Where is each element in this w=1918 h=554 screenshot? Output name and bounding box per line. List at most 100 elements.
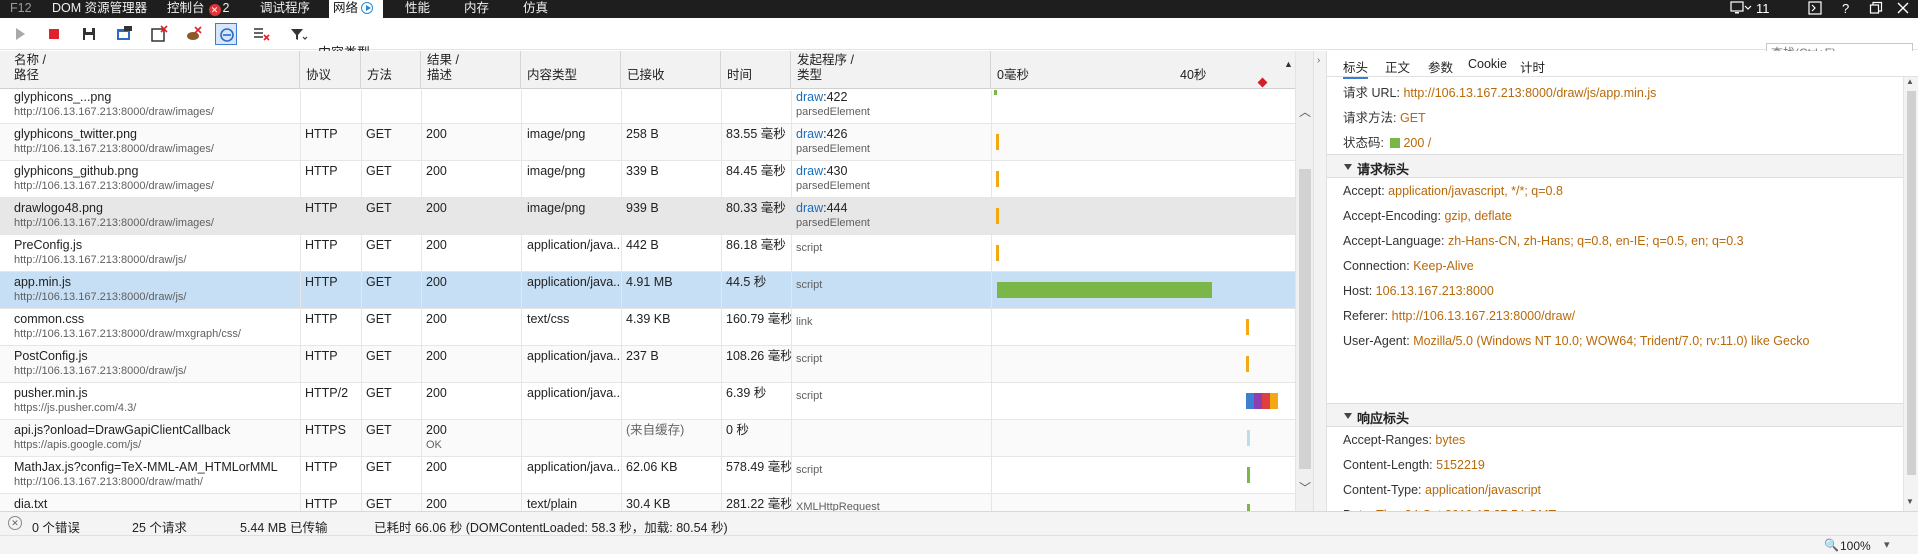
timeline-bar-segment	[1254, 393, 1262, 409]
initiator-link[interactable]: draw	[796, 201, 823, 215]
details-scrollbar-thumb[interactable]	[1907, 91, 1916, 475]
col-content-type[interactable]: 内容类型	[521, 51, 621, 89]
import-icon[interactable]	[113, 23, 135, 45]
column-separator	[421, 198, 422, 235]
tab-parameters[interactable]: 参数	[1428, 57, 1453, 76]
tab-console[interactable]: 控制台 ✕ 2	[163, 0, 233, 18]
zoom-dropdown-icon[interactable]: ▾	[1884, 538, 1890, 551]
tab-emulation[interactable]: 仿真	[519, 0, 552, 18]
timeline-bar-segment	[1262, 393, 1270, 409]
table-row[interactable]: drawlogo48.png http://106.13.167.213:8000…	[0, 198, 1295, 235]
zoom-level[interactable]: 100%	[1840, 539, 1871, 553]
tab-network[interactable]: 网络	[329, 0, 383, 18]
table-row[interactable]: MathJax.js?config=TeX-MML-AM_HTMLorMML ht…	[0, 457, 1295, 494]
export-har-icon[interactable]	[78, 23, 100, 45]
request-list-scrollbar[interactable]: ︿ ﹀	[1295, 51, 1313, 511]
clear-entries-icon[interactable]	[148, 23, 170, 45]
initiator-type: parsedElement	[796, 180, 870, 192]
request-result: 200	[426, 497, 447, 511]
request-method: GET	[366, 275, 392, 289]
col-name[interactable]: 名称 / 路径	[0, 51, 300, 89]
tab-memory[interactable]: 内存	[460, 0, 493, 18]
help-icon[interactable]: ?	[1842, 1, 1849, 16]
request-path: http://106.13.167.213:8000/draw/images/	[14, 217, 214, 229]
col-result[interactable]: 结果 / 描述	[421, 51, 521, 89]
column-separator	[621, 124, 622, 161]
header-key: Referer:	[1343, 309, 1389, 323]
column-separator	[361, 272, 362, 309]
tab-body[interactable]: 正文	[1385, 57, 1410, 76]
table-row[interactable]: app.min.js http://106.13.167.213:8000/dra…	[0, 272, 1295, 309]
column-separator	[421, 346, 422, 383]
scroll-down-icon[interactable]: ﹀	[1296, 479, 1314, 496]
console-toggle-icon[interactable]	[1808, 1, 1822, 18]
start-profiling-icon[interactable]	[9, 23, 31, 45]
column-separator	[300, 457, 301, 494]
timeline-bar	[996, 134, 1000, 150]
tab-headers[interactable]: 标头	[1343, 57, 1369, 79]
header-key: Accept-Language:	[1343, 234, 1445, 248]
table-row[interactable]: glyphicons_twitter.png http://106.13.167.…	[0, 124, 1295, 161]
column-separator	[421, 420, 422, 457]
initiator-type: script	[796, 353, 823, 365]
details-scroll-down-icon[interactable]: ▼	[1906, 497, 1914, 506]
tab-dom-explorer[interactable]: DOM 资源管理器	[48, 0, 151, 18]
table-row[interactable]: PreConfig.js http://106.13.167.213:8000/d…	[0, 235, 1295, 272]
table-row[interactable]: glyphicons_...png http://106.13.167.213:8…	[0, 90, 1295, 124]
request-time: 86.18 毫秒	[726, 238, 786, 252]
zoom-icon[interactable]: 🔍	[1824, 538, 1839, 552]
column-separator	[421, 161, 422, 198]
details-scroll-up-icon[interactable]: ▲	[1906, 77, 1914, 86]
tab-performance[interactable]: 性能	[401, 0, 434, 18]
target-count: 11	[1756, 1, 1770, 16]
request-path: http://106.13.167.213:8000/draw/js/	[14, 365, 187, 377]
request-time: 281.22 毫秒	[726, 497, 793, 511]
always-refresh-icon[interactable]	[215, 23, 237, 45]
request-headers-section[interactable]: 请求标头	[1327, 154, 1903, 178]
close-icon[interactable]	[1896, 1, 1910, 18]
col-timeline[interactable]: 0毫秒 40秒 ▲	[991, 51, 1295, 89]
table-row[interactable]: common.css http://106.13.167.213:8000/dra…	[0, 309, 1295, 346]
details-scrollbar[interactable]: ▲ ▼	[1903, 77, 1918, 511]
scrollbar-thumb[interactable]	[1299, 169, 1311, 469]
header-value: 5152219	[1436, 458, 1485, 472]
col-received[interactable]: 已接收	[621, 51, 721, 89]
pane-divider[interactable]: ›	[1313, 51, 1327, 511]
initiator-link[interactable]: draw	[796, 90, 823, 104]
col-protocol[interactable]: 协议	[300, 51, 361, 89]
clear-on-navigate-icon[interactable]	[250, 23, 272, 45]
column-separator	[521, 420, 522, 457]
chevron-right-icon[interactable]: ›	[1317, 55, 1320, 66]
table-row[interactable]: api.js?onload=DrawGapiClientCallback http…	[0, 420, 1295, 457]
undock-icon[interactable]	[1869, 1, 1883, 18]
clear-cache-icon[interactable]	[183, 23, 205, 45]
monitor-icon[interactable]	[1730, 1, 1752, 18]
initiator-link[interactable]: draw	[796, 164, 823, 178]
response-headers-section[interactable]: 响应标头	[1327, 403, 1903, 427]
header-value: gzip, deflate	[1444, 209, 1512, 223]
header-key: Accept-Encoding:	[1343, 209, 1441, 223]
column-separator	[621, 383, 622, 420]
column-separator	[791, 420, 792, 457]
tab-debugger[interactable]: 调试程序	[256, 0, 314, 18]
tab-cookies[interactable]: Cookie	[1468, 57, 1507, 71]
table-row[interactable]: dia.txthttp://106.13.167.213:8000/draw/r…	[0, 494, 1295, 511]
column-separator	[791, 198, 792, 235]
table-row[interactable]: PostConfig.js http://106.13.167.213:8000/…	[0, 346, 1295, 383]
column-separator	[721, 420, 722, 457]
timeline-bar	[996, 282, 1212, 298]
col-initiator[interactable]: 发起程序 / 类型	[791, 51, 991, 89]
table-row[interactable]: pusher.min.js https://js.pusher.com/4.3/H…	[0, 383, 1295, 420]
stop-profiling-icon[interactable]	[43, 23, 65, 45]
scroll-up-icon[interactable]: ︿	[1296, 103, 1314, 120]
column-separator	[991, 90, 992, 124]
filter-icon[interactable]	[287, 23, 309, 45]
sort-up-icon[interactable]: ▲	[1284, 57, 1293, 72]
table-row[interactable]: glyphicons_github.png http://106.13.167.2…	[0, 161, 1295, 198]
col-method[interactable]: 方法	[361, 51, 421, 89]
request-name: glyphicons_...png	[14, 90, 112, 104]
initiator-link[interactable]: draw	[796, 127, 823, 141]
col-time[interactable]: 时间	[721, 51, 791, 89]
tab-timings[interactable]: 计时	[1520, 57, 1545, 76]
request-time: 108.26 毫秒	[726, 349, 793, 363]
